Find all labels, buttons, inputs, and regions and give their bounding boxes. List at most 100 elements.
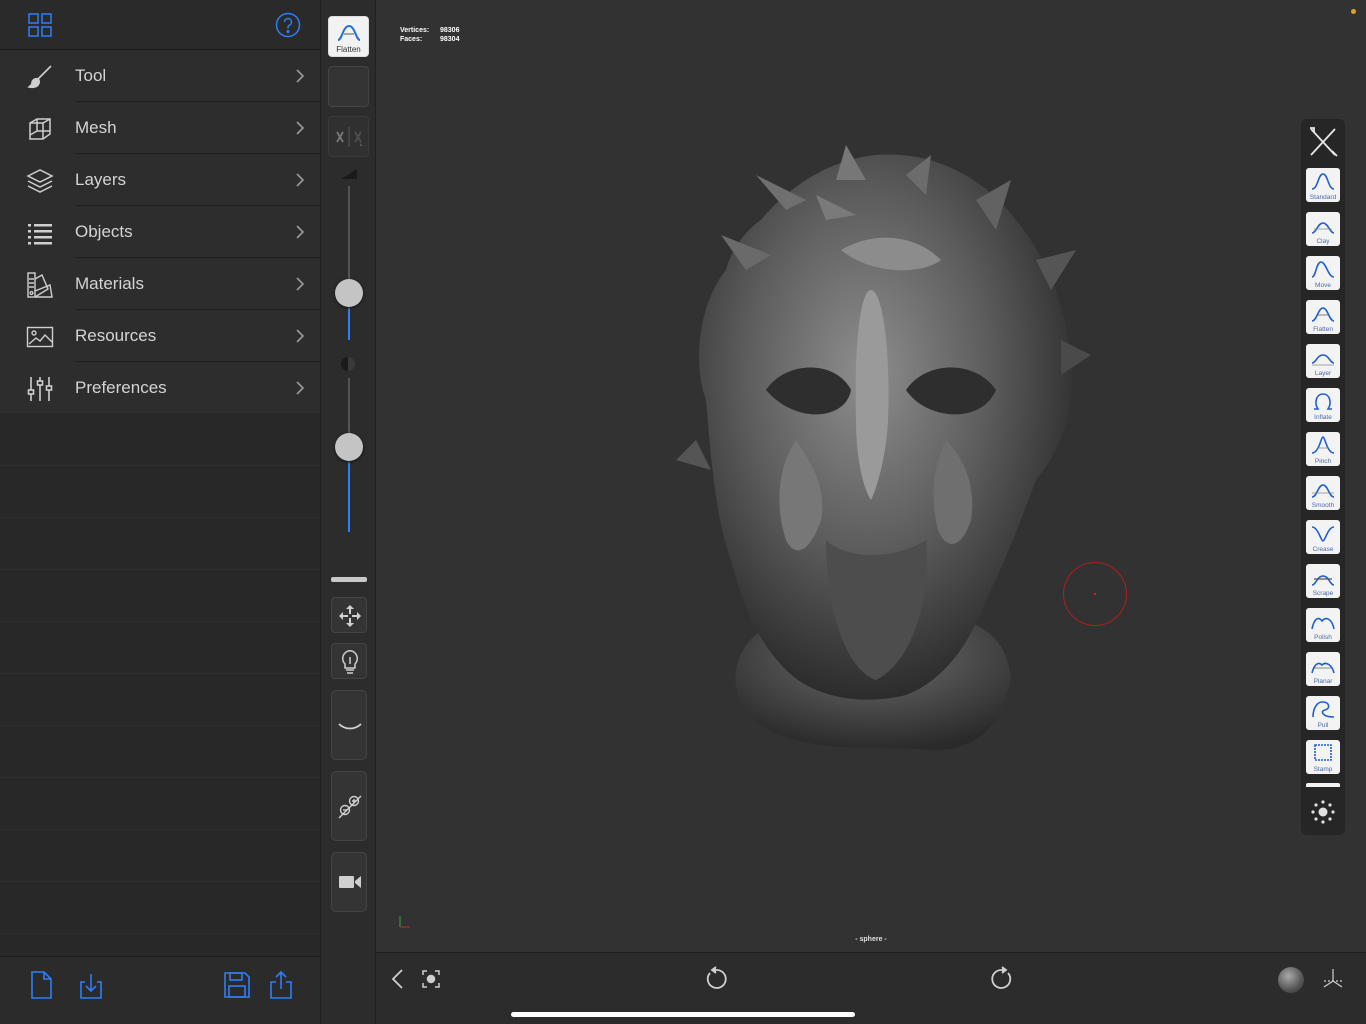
radius-slider-fill (348, 309, 350, 340)
brush-cursor (1063, 562, 1127, 626)
brush-label: Pull (1317, 722, 1329, 729)
sliders-icon (27, 377, 53, 401)
brush-scrape[interactable]: Scrape (1306, 564, 1340, 598)
brush-standard[interactable]: Standard (1306, 168, 1340, 202)
brush-clay[interactable]: Clay (1306, 212, 1340, 246)
brush-label: Inflate (1314, 414, 1332, 421)
chevron-right-icon (296, 329, 305, 343)
chevron-right-icon (296, 121, 305, 135)
3d-viewport[interactable]: Vertices: 98306 Faces: 98304 - sphere - … (376, 0, 1366, 952)
new-file-icon[interactable] (27, 970, 55, 1000)
intensity-slider-knob[interactable] (335, 432, 363, 461)
menu-item-resources[interactable]: Resources (0, 310, 320, 362)
intensity-slider-fill (348, 462, 350, 532)
brush-crease[interactable]: Crease (1306, 520, 1340, 554)
stroke-settings-button[interactable] (331, 690, 367, 760)
menu-item-label: Mesh (75, 118, 117, 137)
brush-layer[interactable]: Layer (1306, 344, 1340, 378)
axis-view-icon[interactable] (1322, 968, 1344, 990)
grid-icon[interactable] (28, 13, 52, 37)
brush-flatten[interactable]: Flatten (1306, 300, 1340, 334)
mesh-stats: Vertices: 98306 Faces: 98304 (400, 26, 459, 44)
vertices-value: 98306 (440, 27, 460, 34)
panel-empty-area (0, 413, 320, 956)
chevron-right-icon (296, 225, 305, 239)
camera-button[interactable] (331, 852, 367, 912)
brush-label: Standard (1309, 194, 1337, 201)
menu-item-tool[interactable]: Tool (0, 50, 320, 102)
radius-wedge-icon (341, 169, 357, 179)
alpha-preview-button[interactable] (328, 66, 369, 107)
toolbar-handle[interactable] (331, 577, 367, 582)
chevron-right-icon (296, 69, 305, 83)
brush-label: Crease (1312, 546, 1334, 553)
menu-item-mesh[interactable]: Mesh (0, 102, 320, 154)
chevron-right-icon (296, 381, 305, 395)
brush-icon (27, 65, 52, 89)
clay-brush-icon (1311, 222, 1335, 234)
menu-item-preferences[interactable]: Preferences (0, 362, 320, 414)
menu-item-label: Resources (75, 326, 157, 345)
sculpting-app: Tool Mesh Layers Objects Materials Resou… (0, 0, 1366, 1024)
transform-button[interactable] (331, 597, 367, 633)
brush-polish[interactable]: Polish (1306, 608, 1340, 642)
symmetry-button[interactable] (328, 116, 369, 157)
vertical-toolbar: Flatten (320, 0, 376, 1024)
brush-label: Move (1315, 282, 1331, 289)
brush-label: Layer (1314, 370, 1332, 377)
redo-icon[interactable] (990, 966, 1014, 992)
layers-icon (26, 169, 54, 193)
menu-item-objects[interactable]: Objects (0, 206, 320, 258)
sub-add-icon (338, 795, 362, 819)
import-icon[interactable] (77, 970, 105, 1000)
negative-toggle-button[interactable] (331, 771, 367, 841)
inflate-brush-icon (1314, 393, 1332, 410)
divider (0, 829, 320, 830)
frame-focus-icon[interactable] (422, 970, 440, 988)
brush-planar[interactable]: Planar (1306, 652, 1340, 686)
brush-label: Planar (1313, 678, 1333, 685)
radius-slider-knob[interactable] (335, 279, 363, 308)
brush-pinch[interactable]: Pinch (1306, 432, 1340, 466)
divider (0, 673, 320, 674)
brush-label: Pinch (1314, 458, 1332, 465)
current-tool-label: Flatten (336, 45, 361, 54)
matcap-sphere[interactable] (1278, 967, 1304, 993)
brush-strip: Standard Clay Move Flatten Layer Inflate (1301, 119, 1345, 835)
menu-item-label: Materials (75, 274, 144, 293)
polish-brush-icon (1311, 617, 1335, 630)
divider (0, 569, 320, 570)
flatten-brush-icon (337, 24, 361, 41)
menu-item-materials[interactable]: Materials (0, 258, 320, 310)
crossed-tools-icon[interactable] (1306, 123, 1340, 161)
brush-smooth[interactable]: Smooth (1306, 476, 1340, 510)
undo-icon[interactable] (704, 966, 728, 992)
chevron-left-icon[interactable] (390, 968, 404, 990)
current-tool-button[interactable]: Flatten (328, 16, 369, 57)
brush-label: Clay (1316, 238, 1330, 245)
move-brush-icon (1311, 261, 1335, 278)
status-dot (1351, 9, 1356, 14)
settings-gear-icon[interactable] (1310, 799, 1336, 825)
cube-icon (29, 118, 51, 140)
save-icon[interactable] (223, 970, 251, 1000)
share-icon[interactable] (267, 970, 295, 1000)
faces-value: 98304 (440, 36, 460, 43)
help-icon[interactable] (275, 12, 301, 38)
left-panel-header (0, 0, 320, 50)
sculpted-mesh[interactable] (676, 140, 1096, 760)
lighting-button[interactable] (331, 643, 367, 679)
divider (0, 517, 320, 518)
brush-stamp[interactable]: Stamp (1306, 740, 1340, 774)
lightbulb-icon (342, 650, 358, 674)
intensity-icon (341, 357, 355, 371)
brush-move[interactable]: Move (1306, 256, 1340, 290)
menu-item-label: Preferences (75, 378, 167, 397)
divider (0, 621, 320, 622)
menu-item-layers[interactable]: Layers (0, 154, 320, 206)
brush-label: Scrape (1312, 590, 1334, 597)
brush-inflate[interactable]: Inflate (1306, 388, 1340, 422)
standard-brush-icon (1311, 173, 1335, 190)
brush-pull[interactable]: Pull (1306, 696, 1340, 730)
vertices-label: Vertices: (400, 27, 430, 34)
